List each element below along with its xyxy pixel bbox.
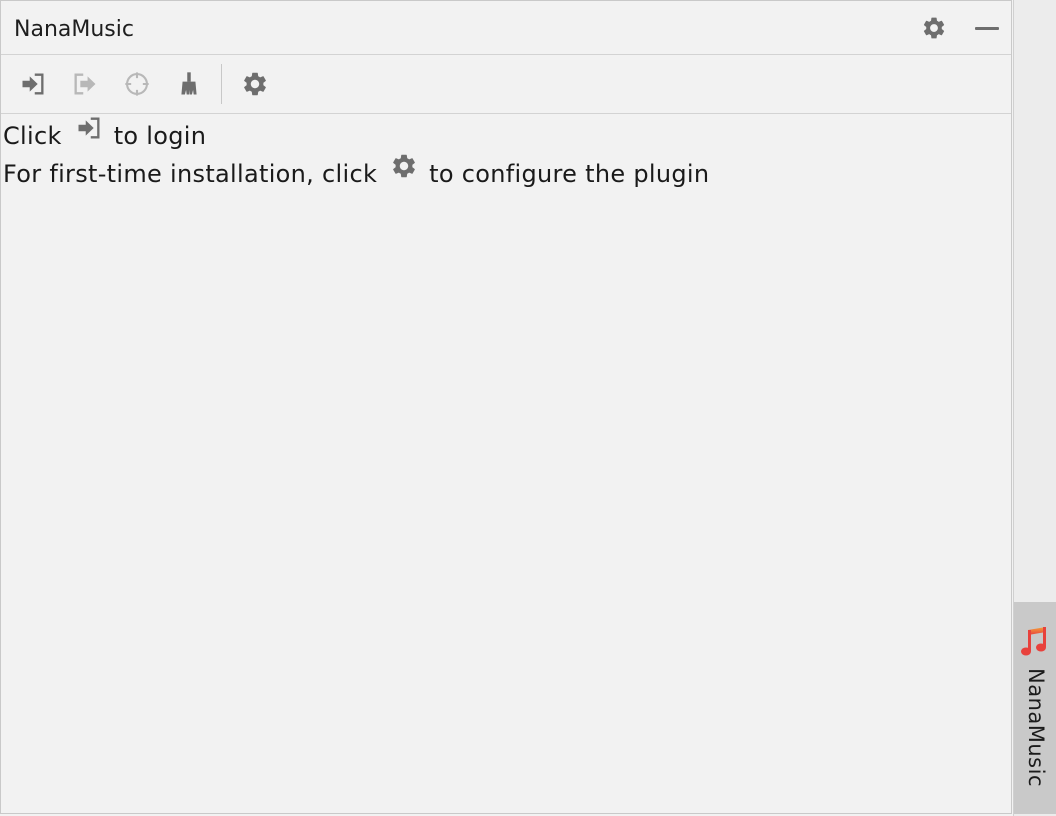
target-icon (125, 72, 149, 96)
gear-icon (389, 151, 419, 181)
login-icon (22, 73, 44, 95)
nanamusic-tool-window: NanaMusic Click to login For first-time … (0, 0, 1012, 814)
broom-icon (181, 72, 197, 95)
login-instruction-prefix: Click (3, 122, 62, 150)
login-button[interactable] (18, 69, 48, 99)
instructions: Click to login For first-time installati… (3, 117, 709, 193)
logout-button[interactable] (70, 69, 100, 99)
login-instruction: Click to login (3, 117, 709, 155)
header-minimize-button[interactable] (973, 14, 1001, 42)
login-icon (74, 113, 104, 143)
gear-icon (244, 72, 266, 96)
configure-button[interactable] (240, 69, 270, 99)
right-tool-strip: NanaMusic (1013, 0, 1056, 816)
panel-title: NanaMusic (14, 17, 134, 42)
sidebar-tab-nanamusic[interactable]: NanaMusic (1014, 602, 1056, 814)
tool-window-header: NanaMusic (1, 1, 1011, 55)
toolbar-separator (221, 64, 222, 104)
clean-button[interactable] (174, 69, 204, 99)
sidebar-tab-label: NanaMusic (1024, 668, 1048, 788)
toolbar (1, 55, 1011, 114)
configure-instruction: For first-time installation, click to co… (3, 154, 710, 193)
ide-window: NanaMusic Click to login For first-time … (0, 0, 1056, 816)
logout-icon (74, 73, 96, 95)
configure-instruction-prefix: For first-time installation, click (3, 160, 378, 188)
minimize-icon (975, 26, 999, 30)
locate-button[interactable] (122, 69, 152, 99)
configure-instruction-suffix: to configure the plugin (429, 160, 710, 188)
header-settings-button[interactable] (920, 14, 948, 42)
login-instruction-suffix: to login (113, 122, 207, 150)
music-note-icon (1021, 627, 1046, 656)
gear-icon (923, 17, 945, 39)
